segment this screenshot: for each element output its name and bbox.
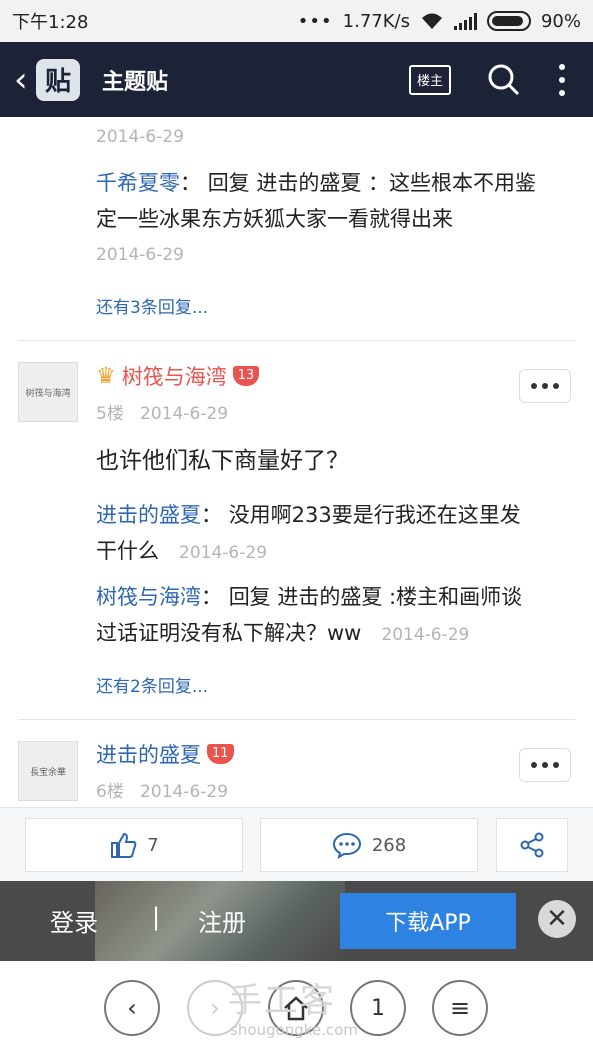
avatar[interactable]: 長宝余華 (18, 741, 78, 801)
status-time: 下午1:28 (12, 12, 89, 33)
share-button[interactable] (496, 818, 568, 872)
owner-only-button[interactable]: 楼主 (409, 64, 451, 95)
thumb-up-icon (111, 832, 137, 858)
register-link[interactable]: 注册 (198, 903, 246, 938)
share-icon (520, 832, 544, 858)
signal-icon (453, 12, 477, 30)
post-more-button[interactable] (519, 748, 571, 782)
like-button[interactable]: 7 (25, 818, 243, 872)
more-icon[interactable] (559, 63, 565, 96)
more-icon: ••• (297, 10, 333, 32)
post-author[interactable]: ♛ 树筏与海湾 13 (96, 361, 260, 391)
post-floor: 5楼 2014-6-29 (96, 404, 229, 424)
post-floor: 6楼 2014-6-29 (96, 782, 229, 802)
reply-item[interactable]: 千希夏零： 回复 进击的盛夏 ：这些根本不用鉴 定一些冰果东方妖狐大家一看就得出… (96, 165, 576, 237)
app-header: ‹ 贴 主题贴 楼主 (0, 42, 593, 117)
search-icon[interactable] (487, 63, 521, 97)
battery-icon (486, 11, 531, 31)
separator: | (152, 903, 161, 931)
login-link[interactable]: 登录 (50, 903, 98, 938)
page-count[interactable]: 1 (350, 980, 406, 1036)
like-count: 7 (147, 834, 159, 856)
level-badge: 13 (232, 366, 260, 386)
crown-icon: ♛ (96, 363, 116, 389)
divider (18, 340, 575, 341)
level-badge: 11 (207, 744, 234, 764)
prev-icon[interactable]: ‹ (104, 980, 160, 1036)
post-author[interactable]: 进击的盛夏 11 (96, 739, 234, 769)
tieba-logo: 贴 (36, 58, 80, 101)
login-banner: 登录 | 注册 下载APP ✕ (0, 881, 593, 961)
thread-content: 2014-6-29 千希夏零： 回复 进击的盛夏 ：这些根本不用鉴 定一些冰果东… (0, 117, 593, 807)
reply-user[interactable]: 千希夏零 (96, 171, 180, 195)
back-icon[interactable]: ‹ (14, 63, 36, 97)
more-replies-link[interactable]: 还有2条回复... (96, 672, 208, 697)
wifi-icon (421, 13, 442, 29)
comment-count: 268 (371, 834, 407, 856)
avatar[interactable]: 树筏与海湾 (18, 362, 78, 422)
watermark: 手工客 (228, 981, 336, 1021)
browser-bar: ‹ › 1 ≡ 手工客 shougongke.com (0, 961, 593, 1054)
menu-icon[interactable]: ≡ (432, 980, 488, 1036)
reply-date: 2014-6-29 (179, 543, 268, 563)
reply-date: 2014-6-29 (96, 127, 184, 147)
reply-text: 回复 进击的盛夏 ：这些根本不用鉴 (207, 171, 537, 195)
reply-text-cont: 定一些冰果东方妖狐大家一看就得出来 (96, 207, 453, 231)
action-bar: 7 268 (0, 807, 593, 881)
battery-percent: 90% (540, 10, 581, 32)
reply-date: 2014-6-29 (381, 625, 470, 645)
reply-user[interactable]: 进击的盛夏 (96, 503, 201, 527)
reply-item[interactable]: 进击的盛夏： 没用啊233要是行我还在这里发 干什么 2014-6-29 (96, 497, 576, 571)
page-title: 主题贴 (102, 69, 169, 95)
close-icon[interactable]: ✕ (538, 900, 576, 938)
comment-button[interactable]: 268 (260, 818, 478, 872)
watermark-url: shougongke.com (230, 1021, 358, 1039)
divider (18, 719, 575, 720)
reply-date: 2014-6-29 (96, 245, 184, 265)
more-replies-link[interactable]: 还有3条回复... (96, 293, 208, 318)
post-more-button[interactable] (519, 369, 571, 403)
download-app-button[interactable]: 下载APP (340, 893, 516, 949)
network-speed: 1.77K/s (342, 10, 410, 32)
reply-item[interactable]: 树筏与海湾： 回复 进击的盛夏 :楼主和画师谈 过话证明没有私下解决？ww 20… (96, 579, 576, 653)
status-bar: 下午1:28 ••• 1.77K/s 90% (0, 0, 593, 42)
post-text: 也许他们私下商量好了？ (96, 448, 349, 474)
reply-user[interactable]: 树筏与海湾 (96, 585, 201, 609)
comment-icon (332, 832, 361, 859)
